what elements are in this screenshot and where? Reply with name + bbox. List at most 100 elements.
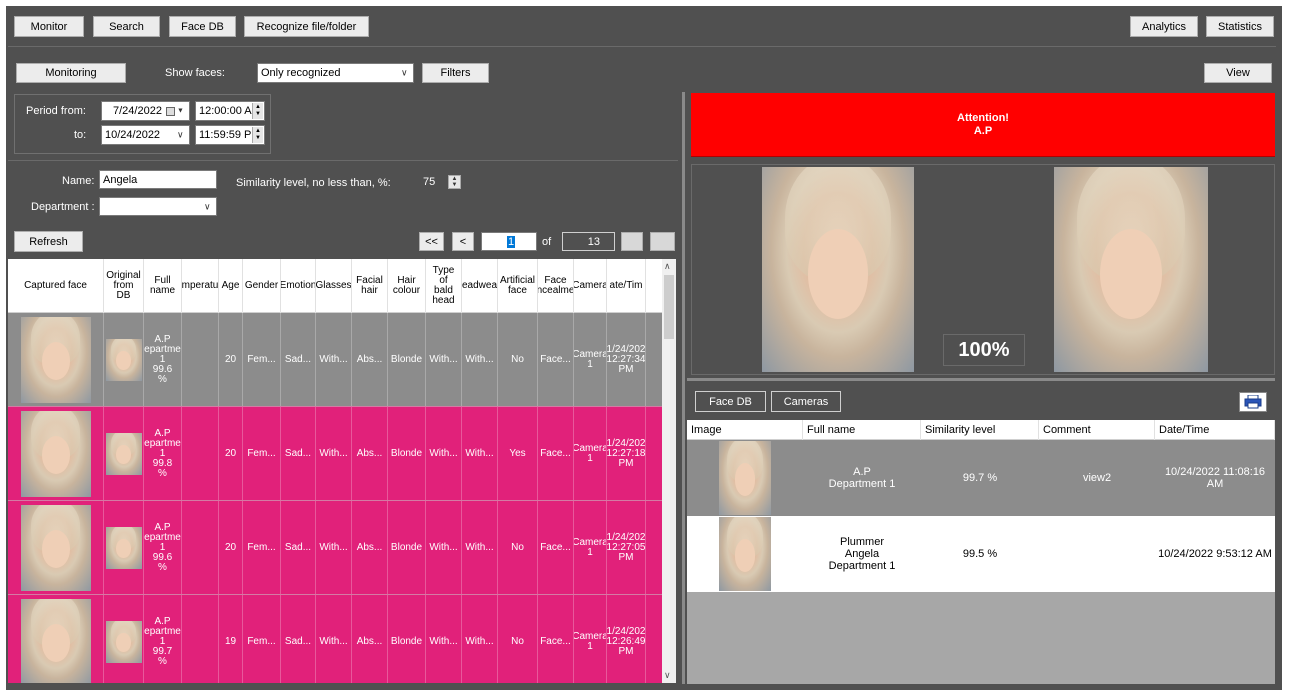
period-to-date[interactable]: 10/24/2022 ∨ — [101, 125, 190, 145]
show-faces-label: Show faces: — [165, 67, 225, 79]
column-header[interactable]: Hair colour — [388, 259, 426, 313]
captured-face-thumbnail — [20, 316, 91, 403]
cell-camera: Camera 1 — [574, 407, 607, 500]
period-to-date-value: 10/24/2022 — [105, 129, 161, 141]
view-button[interactable]: View — [1204, 63, 1272, 83]
column-header[interactable]: Age — [219, 259, 243, 313]
scrollbar-thumb[interactable] — [664, 275, 674, 339]
match-column-header[interactable]: Image — [687, 420, 803, 440]
panel-splitter[interactable] — [682, 92, 685, 684]
name-label: Name: — [62, 175, 95, 187]
face-db-button[interactable]: Face DB — [169, 16, 236, 37]
match-column-header[interactable]: Comment — [1039, 420, 1155, 440]
attention-title: Attention! — [957, 111, 1009, 124]
cell-camera: Camera 1 — [574, 595, 607, 683]
captured-face-cell — [8, 595, 104, 683]
similarity-stepper[interactable]: 75 ▲ ▼ — [419, 172, 467, 191]
cell-glasses: With... — [316, 501, 352, 594]
monitoring-button[interactable]: Monitoring — [16, 63, 126, 83]
column-header[interactable]: Full name — [144, 259, 182, 313]
cell-temp — [182, 407, 219, 500]
match-row[interactable]: A.P Department 1 99.7 % view2 10/24/2022 11… — [687, 440, 1275, 516]
tab-cameras[interactable]: Cameras — [771, 391, 841, 412]
first-page-button[interactable]: << — [419, 232, 444, 251]
cell-datetime: 1/24/202 12:27:18 PM — [607, 407, 646, 500]
chevron-down-icon: ∨ — [204, 201, 211, 211]
match-row[interactable]: Plummer Angela Department 1 99.5 % 10/24/2… — [687, 516, 1275, 592]
print-button[interactable] — [1239, 392, 1267, 412]
original-face-cell — [104, 313, 144, 406]
column-header[interactable]: Captured face — [8, 259, 104, 313]
recognize-file-folder-button[interactable]: Recognize file/folder — [244, 16, 369, 37]
original-face-thumbnail — [105, 620, 142, 663]
results-scrollbar[interactable]: ∧ ∨ — [662, 259, 676, 683]
cell-hair: Blonde — [388, 595, 426, 683]
column-header[interactable]: mperatu — [182, 259, 219, 313]
match-column-header[interactable]: Full name — [803, 420, 921, 440]
similarity-spinner-icon[interactable]: ▲ ▼ — [448, 175, 461, 189]
cell-temp — [182, 595, 219, 683]
cell-emotion: Sad... — [281, 595, 316, 683]
column-header[interactable]: Glasses — [316, 259, 352, 313]
calendar-icon[interactable] — [166, 107, 175, 116]
period-from-time-value: 12:00:00 A — [199, 105, 252, 117]
tab-face-db[interactable]: Face DB — [695, 391, 766, 412]
column-header[interactable]: Type of bald head — [426, 259, 462, 313]
period-from-date[interactable]: 7/24/2022 ▼ — [101, 101, 190, 121]
attention-banner: Attention! A.P — [691, 93, 1275, 157]
right-splitter[interactable] — [687, 378, 1275, 381]
match-cell-similarity: 99.7 % — [962, 472, 998, 484]
table-row[interactable]: A.P epartme 1 99.6 % 20 Fem... Sad... With..… — [8, 501, 662, 595]
match-column-header[interactable]: Date/Time — [1155, 420, 1275, 440]
column-header[interactable]: ate/Tim — [607, 259, 646, 313]
next-page-button[interactable]: > — [621, 232, 643, 251]
column-header[interactable]: Original from DB — [104, 259, 144, 313]
filters-button[interactable]: Filters — [422, 63, 489, 83]
toolbar-divider — [8, 46, 1276, 47]
column-header[interactable]: Facial hair — [352, 259, 388, 313]
time-spinner-icon[interactable]: ▲ ▼ — [252, 103, 263, 119]
table-row[interactable]: A.P epartme 1 99.8 % 20 Fem... Sad... With..… — [8, 407, 662, 501]
cell-artificial: No — [498, 595, 538, 683]
table-row[interactable]: A.P epartme 1 99.6 % 20 Fem... Sad... With..… — [8, 313, 662, 407]
captured-face-thumbnail — [20, 598, 91, 683]
period-from-time[interactable]: 12:00:00 A ▲ ▼ — [195, 101, 265, 121]
cell-datetime: 1/24/202 12:27:34 PM — [607, 313, 646, 406]
monitor-button[interactable]: Monitor — [14, 16, 84, 37]
cell-gender: Fem... — [243, 407, 281, 500]
department-select[interactable]: ∨ — [99, 197, 217, 216]
cell-name: A.P epartme 1 99.6 % — [144, 501, 182, 594]
filter-divider — [8, 160, 678, 161]
time-spinner-icon[interactable]: ▲ ▼ — [252, 127, 263, 143]
prev-page-button[interactable]: < — [452, 232, 474, 251]
column-header[interactable]: Emotion — [281, 259, 316, 313]
last-page-button[interactable]: >> — [650, 232, 675, 251]
column-header[interactable]: Artificial face — [498, 259, 538, 313]
original-face-thumbnail — [105, 432, 142, 475]
column-header[interactable]: Camera — [574, 259, 607, 313]
similarity-label: Similarity level, no less than, %: — [236, 177, 391, 189]
table-row[interactable]: A.P epartme 1 99.7 % 19 Fem... Sad... With..… — [8, 595, 662, 683]
name-input[interactable]: Angela — [99, 170, 217, 189]
cell-facial-hair: Abs... — [352, 595, 388, 683]
cell-headwear: With... — [462, 313, 498, 406]
column-header[interactable]: Gender — [243, 259, 281, 313]
cell-artificial: No — [498, 313, 538, 406]
search-button[interactable]: Search — [93, 16, 160, 37]
period-to-time[interactable]: 11:59:59 P ▲ ▼ — [195, 125, 265, 145]
cell-age: 20 — [219, 501, 243, 594]
scroll-down-icon[interactable]: ∨ — [664, 670, 671, 681]
scroll-up-icon[interactable]: ∧ — [664, 261, 671, 272]
show-faces-select[interactable]: Only recognized ∨ — [257, 63, 414, 83]
cell-facial-hair: Abs... — [352, 407, 388, 500]
cell-temp — [182, 313, 219, 406]
column-header[interactable]: Face ncealme — [538, 259, 574, 313]
cell-concealment: Face... — [538, 595, 574, 683]
refresh-button[interactable]: Refresh — [14, 231, 83, 252]
match-column-header[interactable]: Similarity level — [921, 420, 1039, 440]
page-input[interactable]: 1 — [481, 232, 537, 251]
column-header[interactable]: eadwea — [462, 259, 498, 313]
analytics-button[interactable]: Analytics — [1130, 16, 1198, 37]
statistics-button[interactable]: Statistics — [1206, 16, 1274, 37]
captured-face-cell — [8, 313, 104, 406]
